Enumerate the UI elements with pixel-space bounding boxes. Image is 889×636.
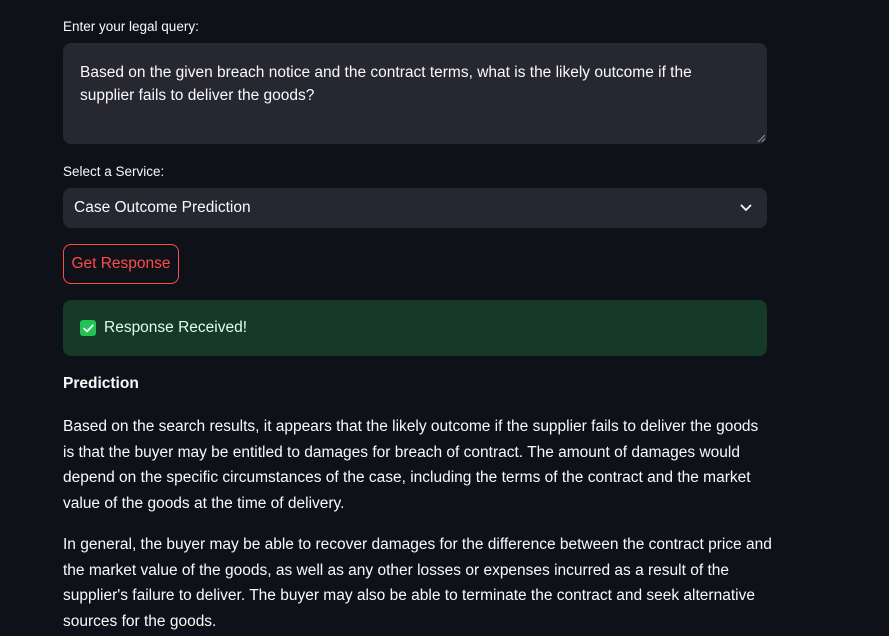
- prediction-paragraph-1: Based on the search results, it appears …: [63, 418, 759, 512]
- legal-query-text: Based on the given breach notice and the…: [80, 64, 692, 104]
- success-message: Response Received!: [104, 319, 248, 336]
- prediction-paragraph-2: In general, the buyer may be able to rec…: [63, 536, 772, 630]
- prediction-heading: Prediction: [63, 375, 139, 392]
- service-selected-value: Case Outcome Prediction: [74, 199, 251, 216]
- check-box-icon: [80, 320, 96, 336]
- get-response-label: Get Response: [71, 255, 171, 272]
- resize-handle-icon[interactable]: [757, 134, 765, 142]
- success-alert: Response Received!: [63, 300, 767, 356]
- legal-query-textarea[interactable]: Based on the given breach notice and the…: [63, 43, 767, 144]
- service-label: Select a Service:: [63, 164, 165, 179]
- chevron-down-icon[interactable]: [739, 201, 753, 215]
- query-label: Enter your legal query:: [63, 19, 199, 34]
- get-response-button[interactable]: Get Response: [63, 244, 179, 284]
- service-select[interactable]: Case Outcome Prediction: [63, 188, 767, 228]
